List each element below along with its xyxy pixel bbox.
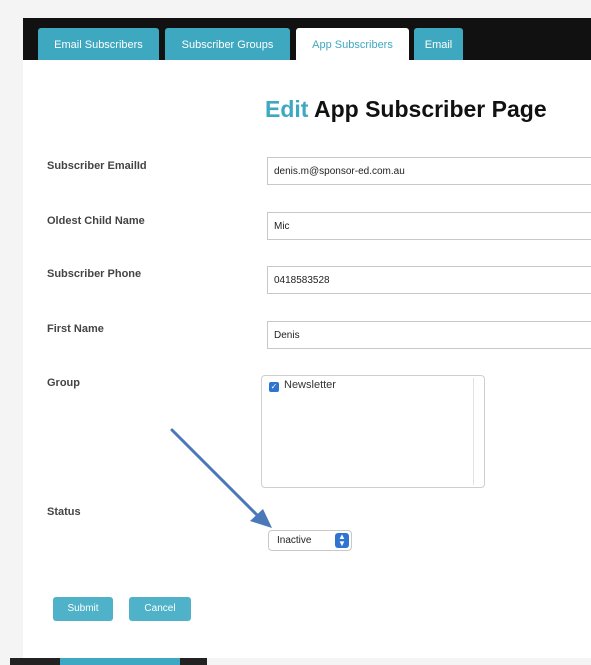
first-name-field[interactable]: Denis bbox=[267, 321, 591, 349]
email-label: Subscriber EmailId bbox=[47, 160, 147, 172]
page-title-accent: Edit bbox=[265, 96, 309, 122]
child-name-field[interactable]: Mic bbox=[267, 212, 591, 240]
group-label: Group bbox=[47, 377, 80, 389]
status-label: Status bbox=[47, 506, 81, 518]
cancel-button[interactable]: Cancel bbox=[129, 597, 191, 621]
status-select-value: Inactive bbox=[277, 535, 312, 546]
listbox-scrollbar[interactable] bbox=[473, 378, 474, 485]
phone-field[interactable]: 0418583528 bbox=[267, 266, 591, 294]
tab-email-subscribers[interactable]: Email Subscribers bbox=[38, 28, 159, 60]
newsletter-option-label: Newsletter bbox=[284, 379, 336, 391]
page-title: Edit App Subscriber Page bbox=[265, 96, 547, 123]
first-name-label: First Name bbox=[47, 323, 104, 335]
newsletter-checkbox[interactable]: ✓ bbox=[269, 382, 279, 392]
email-field[interactable]: denis.m@sponsor-ed.com.au bbox=[267, 157, 591, 185]
group-listbox[interactable]: ✓ Newsletter bbox=[261, 375, 485, 488]
phone-label: Subscriber Phone bbox=[47, 268, 142, 280]
submit-button[interactable]: Submit bbox=[53, 597, 113, 621]
tab-subscriber-groups[interactable]: Subscriber Groups bbox=[165, 28, 290, 60]
bottom-edge-accent bbox=[60, 658, 180, 665]
select-arrows-icon: ▲ ▼ bbox=[335, 533, 349, 548]
child-name-label: Oldest Child Name bbox=[47, 215, 145, 227]
tab-email[interactable]: Email bbox=[414, 28, 463, 60]
page-title-rest: App Subscriber Page bbox=[308, 96, 547, 122]
status-select[interactable]: Inactive ▲ ▼ bbox=[268, 530, 352, 551]
tab-app-subscribers[interactable]: App Subscribers bbox=[296, 28, 409, 60]
